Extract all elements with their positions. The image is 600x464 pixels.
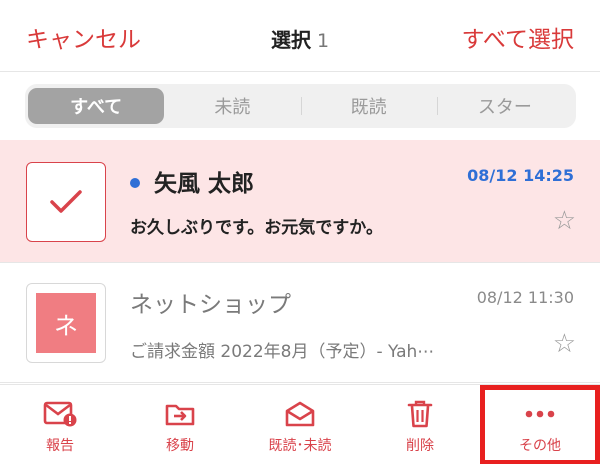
selection-checkbox[interactable]: ネ	[26, 283, 106, 363]
star-icon[interactable]: ☆	[553, 206, 576, 236]
delete-button[interactable]: 削除	[360, 385, 480, 464]
tab-unread[interactable]: 未読	[164, 88, 300, 124]
trash-icon	[406, 399, 434, 429]
star-icon[interactable]: ☆	[553, 329, 576, 359]
mail-row[interactable]: ネ ネットショップ 08/12 11:30 ご請求金額 2022年8月（予定）-…	[0, 263, 600, 383]
more-label: その他	[519, 438, 561, 454]
more-dots-icon	[524, 399, 556, 429]
selected-count: 1	[316, 30, 330, 52]
folder-move-icon	[164, 399, 196, 429]
more-button[interactable]: その他	[480, 385, 600, 464]
mail-subject: お久しぶりです。お元気ですか。	[130, 218, 383, 238]
checkmark-icon	[50, 190, 82, 213]
sender-name: ネットショップ	[130, 292, 291, 318]
move-button[interactable]: 移動	[120, 385, 240, 464]
mail-date: 08/12 11:30	[476, 288, 574, 307]
selection-checkbox[interactable]	[26, 162, 106, 242]
title-text: 選択	[270, 28, 311, 52]
report-label: 報告	[46, 438, 74, 454]
delete-label: 削除	[406, 438, 434, 454]
header-bar: キャンセル 選択 1 すべて選択	[0, 0, 600, 72]
mail-sender: 矢風 太郎	[130, 164, 254, 198]
mail-subject: ご請求金額 2022年8月（予定）- Yah⋯	[130, 342, 435, 362]
tab-read[interactable]: 既読	[300, 88, 437, 124]
mail-alert-icon	[43, 399, 77, 429]
tab-all[interactable]: すべて	[28, 88, 165, 124]
envelope-open-icon	[284, 399, 316, 429]
avatar: ネ	[36, 293, 96, 353]
mail-sender: ネットショップ	[130, 285, 291, 319]
tab-starred[interactable]: スター	[436, 88, 573, 124]
bottom-toolbar: 報告 移動 既読･未読 削除 その他	[0, 384, 600, 464]
unread-dot-icon	[130, 177, 140, 188]
move-label: 移動	[166, 438, 194, 454]
report-button[interactable]: 報告	[0, 385, 120, 464]
sender-name: 矢風 太郎	[154, 171, 255, 197]
filter-segmented-control: すべて 未読 既読 スター	[25, 84, 576, 128]
mail-date: 08/12 14:25	[467, 166, 574, 185]
mail-row-selected[interactable]: 矢風 太郎 08/12 14:25 お久しぶりです。お元気ですか。 ☆	[0, 140, 600, 263]
read-unread-label: 既読･未読	[268, 438, 332, 454]
read-unread-button[interactable]: 既読･未読	[240, 385, 360, 464]
select-all-button[interactable]: すべて選択	[462, 20, 574, 54]
